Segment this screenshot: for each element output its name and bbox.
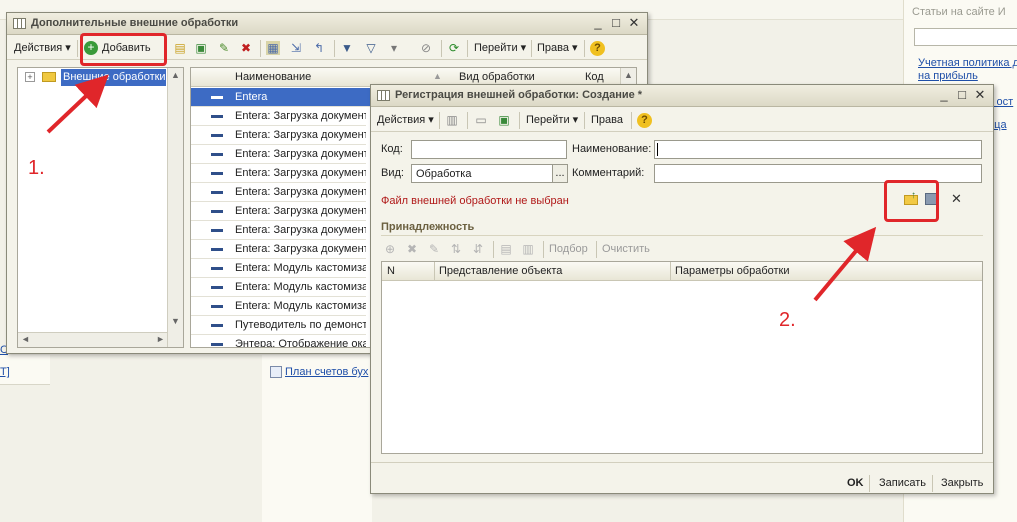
annotation-arrows <box>46 74 877 302</box>
arrow-1 <box>46 74 109 134</box>
arrow-2 <box>813 226 877 302</box>
